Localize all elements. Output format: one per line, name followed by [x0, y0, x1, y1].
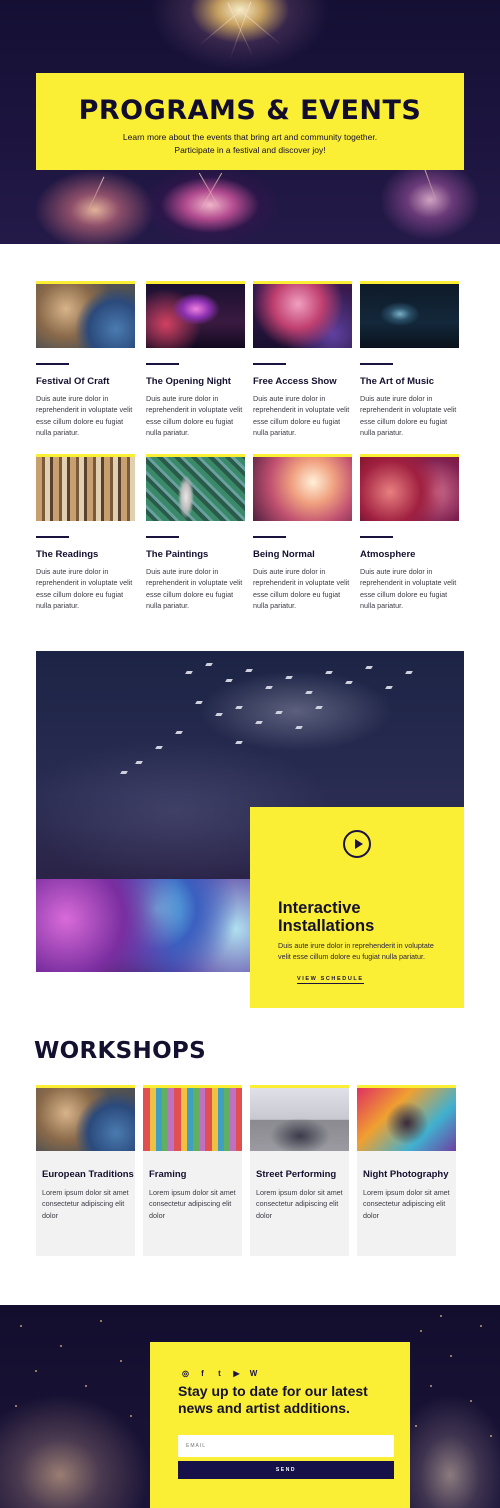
event-description: Duis aute irure dolor in reprehenderit i…: [146, 567, 243, 611]
event-title[interactable]: Festival Of Craft: [36, 376, 135, 387]
event-card[interactable]: Atmosphere Duis aute irure dolor in repr…: [360, 454, 459, 612]
workshop-title[interactable]: European Traditions: [42, 1169, 135, 1181]
event-card[interactable]: The Art of Music Duis aute irure dolor i…: [360, 281, 459, 439]
event-title[interactable]: The Paintings: [146, 549, 245, 560]
newsletter-title: Stay up to date for our latest news and …: [178, 1383, 368, 1416]
event-title[interactable]: The Opening Night: [146, 376, 245, 387]
event-image[interactable]: [146, 281, 245, 348]
workshop-description: Lorem ipsum dolor sit amet consectetur a…: [256, 1188, 343, 1220]
hero-title-box: PROGRAMS & EVENTS Learn more about the e…: [36, 73, 464, 170]
send-button[interactable]: SEND: [178, 1461, 394, 1479]
workshop-image[interactable]: [36, 1085, 135, 1151]
workshop-title[interactable]: Street Performing: [256, 1169, 349, 1181]
hero-subtitle-line-2: Participate in a festival and discover j…: [174, 145, 326, 155]
event-image[interactable]: [253, 281, 352, 348]
event-image[interactable]: [360, 454, 459, 521]
divider: [146, 536, 179, 538]
event-title[interactable]: Atmosphere: [360, 549, 459, 560]
event-description: Duis aute irure dolor in reprehenderit i…: [36, 394, 133, 438]
newsletter-card: [150, 1342, 410, 1508]
social-links: ◎ f t ▶ W: [181, 1369, 258, 1378]
workshop-title[interactable]: Night Photography: [363, 1169, 456, 1181]
workshop-description: Lorem ipsum dolor sit amet consectetur a…: [42, 1188, 129, 1220]
hero-subtitle-line-1: Learn more about the events that bring a…: [122, 132, 378, 142]
divider: [36, 536, 69, 538]
workshop-card[interactable]: European Traditions Lorem ipsum dolor si…: [36, 1085, 135, 1256]
email-field[interactable]: [178, 1435, 394, 1457]
workshop-image[interactable]: [357, 1085, 456, 1151]
workshop-image[interactable]: [250, 1085, 349, 1151]
event-card[interactable]: The Paintings Duis aute irure dolor in r…: [146, 454, 245, 612]
twitter-icon[interactable]: t: [215, 1369, 224, 1378]
view-schedule-link[interactable]: VIEW SCHEDULE: [297, 976, 364, 984]
page-title: PROGRAMS & EVENTS: [78, 95, 422, 126]
workshop-title[interactable]: Framing: [149, 1169, 242, 1181]
event-description: Duis aute irure dolor in reprehenderit i…: [360, 394, 457, 438]
event-image[interactable]: [146, 454, 245, 521]
hero-subtitle: Learn more about the events that bring a…: [36, 131, 464, 157]
divider: [253, 536, 286, 538]
gardens-image: [36, 879, 250, 972]
feature-title: Interactive Installations: [278, 899, 375, 935]
workshop-image[interactable]: [143, 1085, 242, 1151]
workshop-card[interactable]: Framing Lorem ipsum dolor sit amet conse…: [143, 1085, 242, 1256]
divider: [360, 536, 393, 538]
event-card[interactable]: Free Access Show Duis aute irure dolor i…: [253, 281, 352, 439]
divider: [36, 363, 69, 365]
event-card[interactable]: Being Normal Duis aute irure dolor in re…: [253, 454, 352, 612]
event-image[interactable]: [36, 281, 135, 348]
event-image[interactable]: [360, 281, 459, 348]
event-card[interactable]: Festival Of Craft Duis aute irure dolor …: [36, 281, 135, 439]
workshop-card[interactable]: Street Performing Lorem ipsum dolor sit …: [250, 1085, 349, 1256]
event-title[interactable]: The Art of Music: [360, 376, 459, 387]
event-title[interactable]: The Readings: [36, 549, 135, 560]
instagram-icon[interactable]: ◎: [181, 1369, 190, 1378]
event-description: Duis aute irure dolor in reprehenderit i…: [360, 567, 457, 611]
event-image[interactable]: [253, 454, 352, 521]
event-title[interactable]: Free Access Show: [253, 376, 352, 387]
facebook-icon[interactable]: f: [198, 1369, 207, 1378]
youtube-icon[interactable]: ▶: [232, 1369, 241, 1378]
event-description: Duis aute irure dolor in reprehenderit i…: [253, 567, 350, 611]
workshop-description: Lorem ipsum dolor sit amet consectetur a…: [149, 1188, 236, 1220]
event-description: Duis aute irure dolor in reprehenderit i…: [36, 567, 133, 611]
event-image[interactable]: [36, 454, 135, 521]
divider: [360, 363, 393, 365]
workshop-description: Lorem ipsum dolor sit amet consectetur a…: [363, 1188, 450, 1220]
event-card[interactable]: The Opening Night Duis aute irure dolor …: [146, 281, 245, 439]
section-title: WORKSHOPS: [34, 1038, 206, 1064]
wordpress-icon[interactable]: W: [249, 1369, 258, 1378]
event-title[interactable]: Being Normal: [253, 549, 352, 560]
event-card[interactable]: The Readings Duis aute irure dolor in re…: [36, 454, 135, 612]
feature-description: Duis aute irure dolor in reprehenderit i…: [278, 941, 434, 962]
divider: [253, 363, 286, 365]
event-description: Duis aute irure dolor in reprehenderit i…: [253, 394, 350, 438]
event-description: Duis aute irure dolor in reprehenderit i…: [146, 394, 243, 438]
divider: [146, 363, 179, 365]
workshop-card[interactable]: Night Photography Lorem ipsum dolor sit …: [357, 1085, 456, 1256]
play-icon[interactable]: [343, 830, 371, 858]
